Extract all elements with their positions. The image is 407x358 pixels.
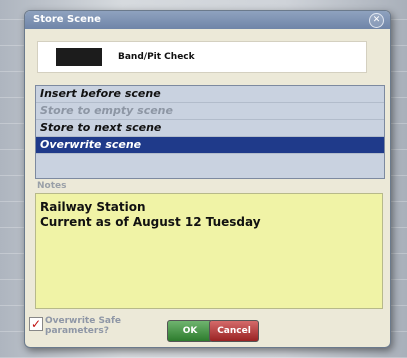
- dialog-title: Store Scene: [33, 14, 101, 25]
- notes-textarea[interactable]: Railway Station Current as of August 12 …: [35, 193, 383, 309]
- store-scene-dialog: Store Scene ✕ Band/Pit Check Insert befo…: [24, 10, 391, 348]
- overwrite-safe-label: Overwrite Safe parameters?: [45, 316, 122, 336]
- option-store-next[interactable]: Store to next scene: [36, 120, 384, 137]
- scene-color-swatch: [56, 48, 102, 66]
- notes-line-2: Current as of August 12 Tuesday: [40, 215, 261, 229]
- option-insert-before[interactable]: Insert before scene: [36, 86, 384, 103]
- scene-info-row: Band/Pit Check: [37, 41, 367, 73]
- notes-line-1: Railway Station: [40, 200, 146, 214]
- option-overwrite[interactable]: Overwrite scene: [36, 137, 384, 154]
- store-options-list: Insert before scene Store to empty scene…: [35, 85, 385, 179]
- ok-button[interactable]: OK: [167, 320, 213, 342]
- option-store-empty: Store to empty scene: [36, 103, 384, 120]
- overwrite-safe-checkbox[interactable]: ✓: [29, 317, 43, 331]
- cancel-button[interactable]: Cancel: [209, 320, 259, 342]
- dialog-titlebar: Store Scene ✕: [25, 11, 390, 29]
- scene-name: Band/Pit Check: [118, 52, 195, 62]
- notes-label: Notes: [37, 181, 67, 191]
- close-icon[interactable]: ✕: [369, 13, 384, 28]
